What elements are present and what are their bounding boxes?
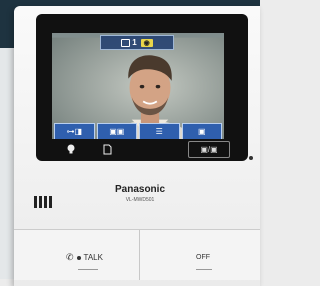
photo-button[interactable]: ▣ [181,123,222,139]
status-led [249,156,253,160]
channel-indicator: 1 [121,38,137,47]
softkey-bar: ⊶◨ ▣▣ ☰ ▣ [52,123,224,139]
monitor-switch-label: ▣/▣ [200,145,218,154]
talk-button-line [78,269,98,270]
photo-icon: ▣ [197,127,206,136]
key-unlock-icon: ⊶◨ [66,127,83,136]
light-bulb-icon [67,144,75,154]
monitor-switch-button[interactable]: ▣/▣ [188,141,230,158]
menu-button[interactable]: ☰ [139,123,180,139]
recording-badge: ◉ [140,38,153,47]
button-panel: ✆ TALK OFF [14,229,260,280]
camera-switch-icon: ▣▣ [109,127,125,136]
wall-side [0,48,14,279]
camera-icon [121,38,131,47]
talk-button[interactable]: ✆ TALK [66,252,103,263]
off-button-line [196,269,212,270]
video-screen: 1 ◉ ⊶◨ ▣▣ ☰ ▣ [52,33,224,139]
speaker-grille [34,196,52,208]
panel-divider [139,230,140,280]
unlock-button[interactable]: ⊶◨ [54,123,95,139]
document-icon [103,144,111,154]
menu-icon: ☰ [155,127,163,136]
status-bar: 1 ◉ [100,35,174,50]
handset-icon: ✆ [66,252,74,262]
camera-switch-button[interactable]: ▣▣ [96,123,137,139]
off-button[interactable]: OFF [196,254,210,261]
brand-logo: Panasonic [114,184,166,195]
channel-number: 1 [132,38,137,47]
document-button[interactable] [100,142,114,156]
light-button[interactable] [64,142,78,156]
talk-indicator-dot [76,255,81,260]
model-number: VL-MWD501 [125,197,155,203]
talk-label: TALK [83,253,103,262]
